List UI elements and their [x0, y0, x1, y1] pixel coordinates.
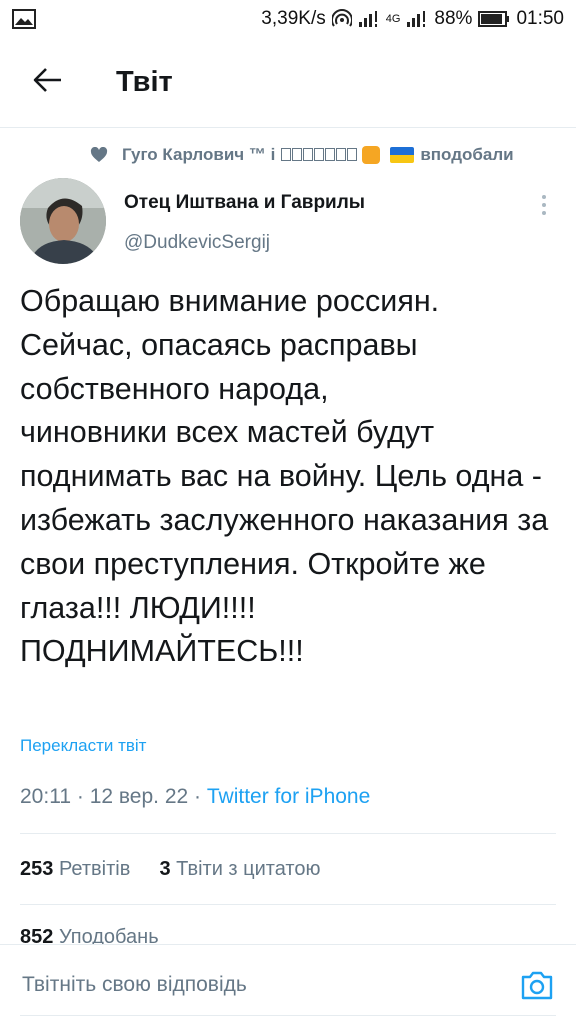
tweet-meta: 20:11 · 12 вер. 22 · Twitter for iPhone [20, 785, 370, 809]
fist-emoji-icon [362, 146, 381, 164]
hotspot-icon [331, 9, 352, 29]
reply-input[interactable]: Твітніть свою відповідь [22, 973, 247, 997]
social-context-action: вподобали [420, 145, 514, 164]
divider [20, 904, 556, 905]
author-handle[interactable]: @DudkevicSergij [124, 232, 270, 254]
clock: 01:50 [516, 8, 564, 29]
page-title: Твіт [116, 66, 173, 98]
heart-icon [90, 147, 108, 163]
signal-4g-icon [406, 10, 428, 28]
author-name[interactable]: Отец Иштвана и Гаврилы [124, 192, 365, 214]
app-header: Твіт [0, 38, 576, 128]
meta-separator: · [76, 785, 84, 808]
tweet-text: Обращаю внимание россиян. Сейчас, опасая… [20, 284, 549, 669]
quotes-stat[interactable]: 3 Твіти з цитатою [159, 858, 320, 880]
social-context[interactable]: Гуго Карлович ™ і вподобали [90, 145, 566, 165]
back-button[interactable] [0, 38, 96, 128]
more-options-icon[interactable] [532, 190, 556, 220]
reply-bar: Твітніть свою відповідь [0, 944, 576, 1024]
divider [20, 833, 556, 834]
meta-separator: · [194, 785, 202, 808]
unrendered-glyphs [281, 145, 358, 165]
likes-count: 852 [20, 926, 54, 944]
avatar[interactable] [20, 178, 106, 264]
arrow-left-icon [33, 67, 63, 98]
ukraine-flag-icon [390, 147, 415, 163]
retweets-label: Ретвітів [58, 858, 131, 880]
status-bar: 3,39K/s 4G 88% 01:50 [0, 0, 576, 38]
retweets-stat[interactable]: 253 Ретвітів [20, 858, 130, 880]
battery-icon [478, 10, 510, 28]
likes-stat[interactable]: 852 Уподобань [20, 926, 159, 944]
camera-icon[interactable] [520, 969, 554, 1001]
quotes-count: 3 [159, 858, 171, 880]
bottom-divider [20, 1015, 556, 1016]
likes-label: Уподобань [58, 926, 159, 944]
signal-icon [358, 10, 380, 28]
tweet-date: 12 вер. 22 [89, 785, 189, 808]
battery-percent: 88% [434, 8, 473, 29]
image-icon [12, 9, 36, 29]
tweet-source-link[interactable]: Twitter for iPhone [207, 785, 370, 808]
network-speed: 3,39K/s [261, 8, 326, 29]
translate-tweet-link[interactable]: Перекласти твіт [20, 736, 146, 756]
tweet-time: 20:11 [20, 785, 71, 808]
social-context-names: Гуго Карлович ™ і [122, 145, 276, 164]
network-type: 4G [385, 13, 401, 25]
quotes-label: Твіти з цитатою [176, 858, 321, 880]
retweets-count: 253 [20, 858, 54, 880]
engagement-stats: 253 Ретвітів 3 Твіти з цитатою [20, 858, 320, 881]
